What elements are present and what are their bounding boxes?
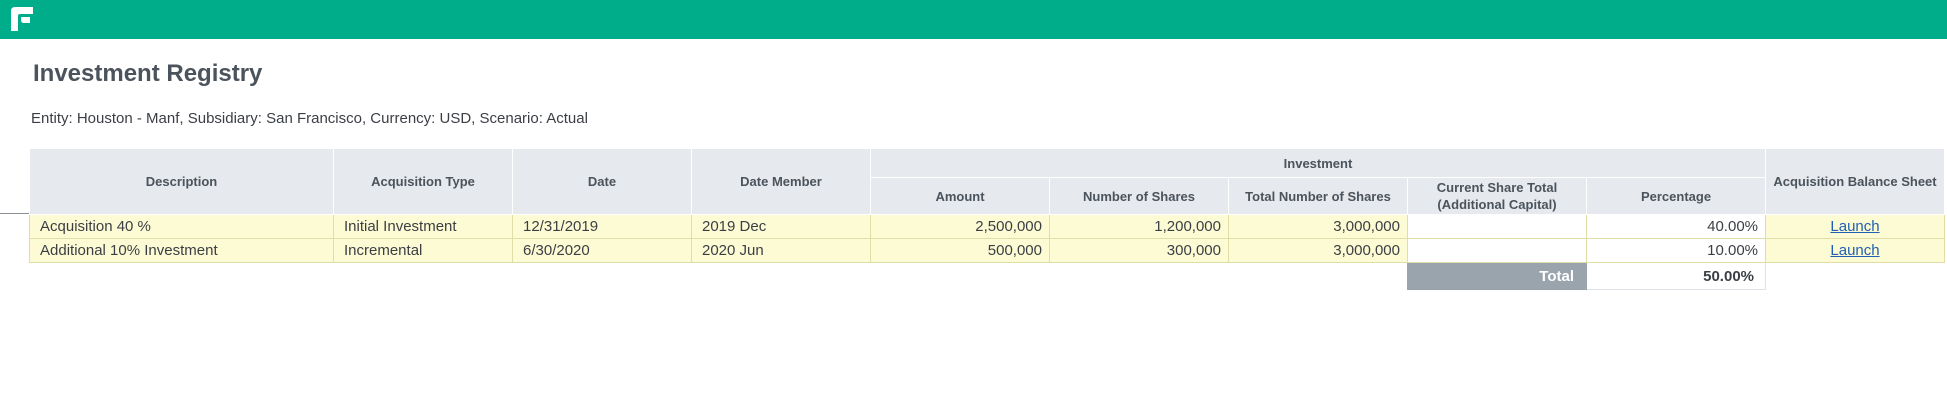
cell-acquisition-balance-sheet: Launch [1765,214,1945,239]
total-label: Total [1407,262,1587,290]
context-subtitle: Entity: Houston - Manf, Subsidiary: San … [31,110,588,127]
cell-amount[interactable]: 500,000 [870,238,1050,263]
header-date[interactable]: Date [512,148,692,215]
header-acquisition-type[interactable]: Acquisition Type [333,148,513,215]
table-row[interactable]: Additional 10% Investment Incremental 6/… [29,238,1945,263]
row-marker-line [0,213,30,214]
cell-acquisition-balance-sheet: Launch [1765,238,1945,263]
header-amount[interactable]: Amount [870,177,1050,215]
cell-date[interactable]: 6/30/2020 [512,238,692,263]
top-bar [0,0,1947,39]
cell-number-of-shares[interactable]: 1,200,000 [1049,214,1229,239]
header-current-share-total-line2: (Additional Capital) [1437,197,1557,212]
header-acquisition-balance-sheet[interactable]: Acquisition Balance Sheet [1765,148,1945,215]
cell-total-number-of-shares[interactable]: 3,000,000 [1228,238,1408,263]
cell-acquisition-type[interactable]: Incremental [333,238,513,263]
cell-percentage[interactable]: 10.00% [1586,238,1766,263]
cell-current-share-total[interactable] [1407,214,1587,239]
cell-acquisition-type[interactable]: Initial Investment [333,214,513,239]
header-number-of-shares[interactable]: Number of Shares [1049,177,1229,215]
planful-logo-icon[interactable] [9,5,35,33]
page-title: Investment Registry [33,60,263,87]
total-trailing-spacer [1766,263,1945,290]
header-current-share-total[interactable]: Current Share Total (Additional Capital) [1407,177,1587,215]
cell-date[interactable]: 12/31/2019 [512,214,692,239]
total-percentage: 50.00% [1586,262,1766,290]
header-date-member[interactable]: Date Member [691,148,871,215]
total-row: Total 50.00% [30,262,1945,290]
cell-amount[interactable]: 2,500,000 [870,214,1050,239]
investment-registry-table: Description Acquisition Type Date Date M… [29,148,1945,290]
header-percentage[interactable]: Percentage [1586,177,1766,215]
cell-current-share-total[interactable] [1407,238,1587,263]
cell-total-number-of-shares[interactable]: 3,000,000 [1228,214,1408,239]
header-current-share-total-line1: Current Share Total [1436,180,1558,195]
cell-percentage[interactable]: 40.00% [1586,214,1766,239]
launch-link[interactable]: Launch [1830,242,1879,259]
header-total-number-of-shares[interactable]: Total Number of Shares [1228,177,1408,215]
cell-date-member[interactable]: 2019 Dec [691,214,871,239]
header-description[interactable]: Description [29,148,334,215]
header-investment-group: Investment [870,148,1766,178]
cell-number-of-shares[interactable]: 300,000 [1049,238,1229,263]
total-spacer [30,263,1408,290]
cell-description[interactable]: Additional 10% Investment [29,238,334,263]
launch-link[interactable]: Launch [1830,218,1879,235]
table-row[interactable]: Acquisition 40 % Initial Investment 12/3… [29,214,1945,239]
cell-description[interactable]: Acquisition 40 % [29,214,334,239]
cell-date-member[interactable]: 2020 Jun [691,238,871,263]
